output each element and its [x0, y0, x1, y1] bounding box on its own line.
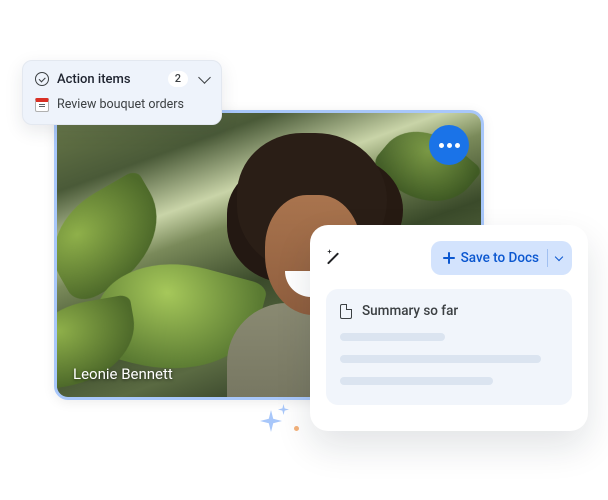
summary-line-placeholder: [340, 355, 541, 363]
document-icon: [340, 304, 352, 319]
participant-name-label: Leonie Bennett: [73, 365, 173, 383]
chevron-down-icon: [198, 71, 211, 84]
summary-body: Summary so far: [326, 289, 572, 405]
summary-line-placeholder: [340, 377, 493, 385]
action-items-header[interactable]: Action items 2: [35, 71, 209, 87]
action-item-label: Review bouquet orders: [57, 97, 184, 112]
save-to-docs-label: Save to Docs: [461, 250, 539, 266]
button-divider: [547, 249, 548, 267]
sparkle-icon: [260, 410, 282, 432]
magic-wand-icon: [326, 249, 344, 267]
action-items-panel: Action items 2 Review bouquet orders: [22, 60, 222, 125]
action-items-count: 2: [168, 71, 188, 87]
caret-down-icon[interactable]: [555, 252, 563, 260]
calendar-icon: [35, 98, 49, 112]
check-circle-icon: [35, 72, 49, 86]
more-options-button[interactable]: [429, 125, 469, 165]
summary-title-row: Summary so far: [340, 303, 558, 319]
action-items-title: Action items: [57, 72, 131, 87]
save-to-docs-button[interactable]: Save to Docs: [431, 241, 572, 275]
plus-icon: [443, 252, 455, 264]
action-item-row[interactable]: Review bouquet orders: [35, 97, 209, 112]
more-icon: [447, 143, 452, 148]
sparkle-icon: [278, 404, 289, 415]
more-icon: [455, 143, 460, 148]
summary-line-placeholder: [340, 333, 445, 341]
summary-title-label: Summary so far: [362, 303, 458, 319]
sparkle-dot: [294, 426, 299, 431]
summary-card: Save to Docs Summary so far: [310, 225, 588, 431]
more-icon: [439, 143, 444, 148]
